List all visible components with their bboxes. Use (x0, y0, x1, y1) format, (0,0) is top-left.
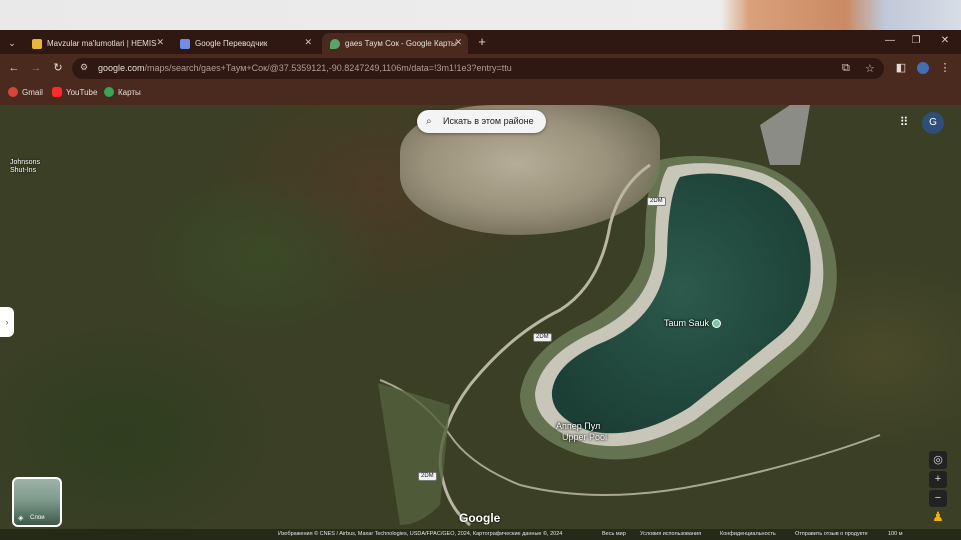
forward-button[interactable]: → (28, 60, 44, 76)
expand-panel-chevron-icon[interactable]: › (0, 307, 14, 337)
close-icon[interactable]: ✕ (304, 37, 312, 48)
reservoir-graphic (378, 105, 881, 527)
feedback-link[interactable]: Отправить отзыв о продукте (795, 531, 868, 537)
account-avatar[interactable]: G (922, 112, 944, 134)
reservoir-name-label[interactable]: Taum Sauk (664, 318, 721, 329)
attribution-bar: Изображения © CNES / Airbus, Maxar Techn… (0, 529, 961, 540)
site-info-icon[interactable]: ⚙ (80, 62, 92, 74)
translate-favicon-icon (180, 38, 190, 49)
close-window-button[interactable]: ✕ (937, 35, 953, 46)
search-icon: ⌕ (426, 116, 432, 127)
tab-hemis[interactable]: Mavzular ma'lumotlari | HEMIS ✕ (24, 33, 170, 54)
upper-pool-label[interactable]: Аппер Пул Upper Pool (556, 421, 607, 443)
hemis-favicon-icon (32, 38, 42, 49)
road-shield: 2DM (418, 472, 437, 481)
road-shield: 2DM (647, 197, 666, 206)
tab-title: Google Переводчик (195, 39, 268, 48)
menu-kebab-icon[interactable]: ⋮ (937, 60, 953, 76)
google-logo: Google (459, 511, 501, 525)
tab-google-translate[interactable]: Google Переводчик ✕ (172, 33, 318, 54)
navigation-bar: ← → ↻ ⚙ google.com/maps/search/gaes+Таум… (0, 54, 961, 83)
search-this-area-button[interactable]: ⌕ Искать в этом районе (417, 110, 546, 133)
maps-pin-favicon-icon (330, 38, 340, 49)
zoom-out-button[interactable]: − (929, 490, 947, 507)
new-tab-button[interactable]: + (474, 34, 490, 50)
my-location-button[interactable]: ◎ (929, 451, 947, 469)
bookmark-youtube[interactable]: YouTube (52, 87, 97, 97)
tab-bar: ⌄ Mavzular ma'lumotlari | HEMIS ✕ Google… (0, 30, 961, 54)
minimize-button[interactable]: — (882, 35, 898, 46)
restore-button[interactable]: ❐ (908, 35, 924, 46)
place-label-johnsons-shut-ins[interactable]: Johnsons Shut-Ins (10, 159, 40, 175)
layers-button[interactable]: ◈ Слои (12, 477, 62, 527)
tab-title: gaes Таум Сок - Google Карты (345, 39, 457, 48)
zoom-in-button[interactable]: + (929, 471, 947, 488)
imagery-attribution: Изображения © CNES / Airbus, Maxar Techn… (278, 531, 563, 537)
privacy-link[interactable]: Конфиденциальность (720, 531, 776, 537)
back-button[interactable]: ← (6, 60, 22, 76)
maps-icon (104, 87, 114, 97)
tab-search-chevron-icon[interactable]: ⌄ (4, 35, 20, 51)
road-shield: 2DM (533, 333, 552, 342)
bookmark-star-icon[interactable]: ☆ (865, 62, 875, 75)
region-link[interactable]: Весь мир (602, 531, 626, 537)
bookmark-gmail[interactable]: Gmail (8, 87, 43, 97)
street-view-pegman-icon[interactable]: ♟ (932, 509, 944, 527)
youtube-icon (52, 87, 62, 97)
tab-google-maps[interactable]: gaes Таум Сок - Google Карты ✕ (322, 33, 468, 54)
browser-chrome: ⌄ Mavzular ma'lumotlari | HEMIS ✕ Google… (0, 30, 961, 105)
close-icon[interactable]: ✕ (454, 37, 462, 48)
bookmark-maps[interactable]: Карты (104, 87, 141, 97)
side-panel-icon[interactable]: ◧ (893, 60, 909, 76)
tab-title: Mavzular ma'lumotlari | HEMIS (47, 39, 157, 48)
bookmarks-bar: Gmail YouTube Карты (0, 83, 961, 105)
terms-link[interactable]: Условия использования (640, 531, 701, 537)
satellite-map[interactable]: ⌕ Искать в этом районе ⠿ G › Johnsons Sh… (0, 105, 961, 540)
gmail-icon (8, 87, 18, 97)
building-structure (760, 105, 810, 165)
url-text: google.com/maps/search/gaes+Таум+Сок/@37… (98, 63, 512, 73)
clearing (378, 383, 450, 525)
close-icon[interactable]: ✕ (156, 37, 164, 48)
install-app-icon[interactable]: ⧉ (842, 62, 850, 75)
profile-icon[interactable] (915, 60, 931, 76)
reload-button[interactable]: ↻ (50, 60, 66, 76)
scale-label[interactable]: 100 м (888, 531, 903, 537)
poi-pin-icon (711, 319, 721, 329)
google-apps-icon[interactable]: ⠿ (896, 115, 912, 131)
reservoir-water (551, 173, 811, 434)
address-bar[interactable]: ⚙ google.com/maps/search/gaes+Таум+Сок/@… (72, 58, 884, 79)
desktop-top-strip (0, 0, 961, 30)
